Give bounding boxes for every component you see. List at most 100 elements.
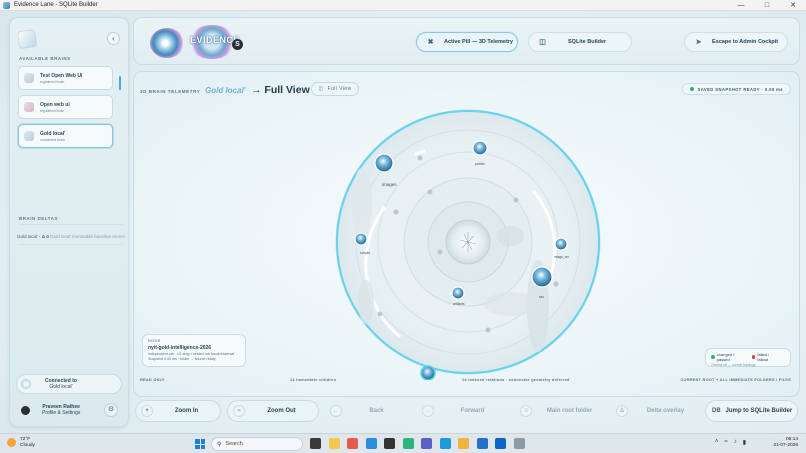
chrome-icon[interactable]	[347, 438, 358, 449]
weather-widget[interactable]: 72°F Cloudy	[7, 437, 35, 448]
gear-icon[interactable]: ⚙	[104, 403, 118, 417]
battery-icon[interactable]: ▮	[743, 439, 746, 446]
zoom-out-label: Zoom Out	[267, 408, 296, 414]
back-button[interactable]: ← Back	[325, 400, 411, 422]
mail-icon[interactable]	[476, 438, 488, 449]
brain-name: Test Open Web Ui	[40, 72, 83, 79]
maximize-icon[interactable]: □	[754, 0, 780, 11]
close-icon[interactable]: ✕	[780, 0, 806, 11]
folder-node-public[interactable]: public	[472, 140, 488, 166]
collapse-sidebar-button[interactable]: ‹	[107, 32, 120, 45]
send-icon: ➤	[695, 39, 702, 46]
chevron-up-icon[interactable]: ˄	[715, 439, 719, 446]
wifi-icon[interactable]: ≈	[724, 439, 727, 446]
whatsapp-icon[interactable]	[402, 438, 414, 449]
relations-count: 14 indexed relations · connector geometr…	[462, 378, 570, 382]
full-view-button[interactable]: ◫ Full View	[311, 82, 359, 96]
legend-item-failed: failed / fallout	[751, 352, 779, 362]
vscode-icon[interactable]	[365, 438, 377, 449]
delta-brain-name: Gold local'	[17, 234, 38, 239]
delta-overlay-label: Delta overlay	[646, 408, 685, 414]
satellite-dot	[377, 311, 383, 317]
speaker-icon[interactable]: ♪	[734, 439, 737, 446]
legend-changed-label: changed / passed	[716, 352, 735, 362]
failed-dot-icon	[751, 355, 756, 359]
node-label: scripts	[360, 251, 370, 255]
node-info-card: NODE nyit-gold-intelligence-2026 indepen…	[142, 334, 246, 367]
telemetry-tab-label: Active Pill — 3D Telemetry	[444, 39, 513, 45]
brain-item-test-open-web-ui[interactable]: Test Open Web Ui registered brain	[18, 66, 113, 90]
jump-label: Jump to SQLite Builder	[725, 408, 793, 414]
zoom-in-button[interactable]: + Zoom In	[135, 400, 221, 422]
brand-mark: S	[232, 39, 243, 50]
folder-node-artifacts[interactable]: artifacts	[451, 286, 465, 306]
delta-entry[interactable]: Gold local' · Δ 0 Gold local' immutable …	[17, 234, 125, 239]
brain-name: Open web ui	[40, 101, 70, 108]
minus-icon: −	[233, 405, 245, 417]
system-tray: ˄ ≈ ♪ ▮	[715, 439, 746, 446]
expand-icon: ◫	[318, 86, 324, 92]
clock-date: 21-07-2026	[773, 443, 798, 448]
node-kind: NODE	[148, 339, 161, 343]
node-label: images	[382, 182, 397, 187]
linkedin-icon[interactable]	[495, 438, 506, 449]
back-label: Back	[369, 408, 384, 414]
terminal-icon[interactable]	[384, 438, 395, 449]
satellite-lobe-left	[352, 168, 372, 240]
brain-item-open-web-ui[interactable]: Open web ui registered brain	[18, 95, 113, 119]
app-icon[interactable]	[513, 438, 525, 449]
node-name: nyit-gold-intelligence-2026	[148, 345, 212, 351]
sqlite-builder-button[interactable]: ◫ SQLite Builder	[528, 32, 632, 52]
folder-icon[interactable]	[328, 438, 340, 449]
brain-item-gold-local[interactable]: Gold local' connected brain	[18, 124, 113, 148]
children-count: 14 immediate children	[290, 378, 337, 382]
root-folder-icon: ≡	[520, 405, 532, 417]
edge-icon[interactable]	[439, 438, 451, 449]
brain-icon	[24, 73, 34, 83]
minimize-icon[interactable]: —	[728, 0, 754, 11]
brain-status: connected brain	[40, 137, 65, 142]
divider	[19, 224, 123, 225]
connection-status[interactable]: Connected to Gold local'	[16, 374, 122, 394]
delta-detail: Gold local' immutable baseline recent	[50, 234, 125, 239]
full-view-label: Full View	[327, 86, 352, 92]
status-dot-icon	[689, 87, 694, 91]
jump-to-sqlite-button[interactable]: DB Jump to SQLite Builder	[705, 400, 798, 422]
avatar	[21, 405, 30, 415]
zoom-out-button[interactable]: − Zoom Out	[227, 400, 319, 422]
satellite-dot	[437, 249, 443, 255]
scope-status: CURRENT ROOT + ALL IMMEDIATE FOLDERS / F…	[680, 378, 791, 382]
telemetry-section-label: 3D BRAIN TELEMETRY	[140, 89, 201, 94]
brain-status: registered brain	[40, 79, 65, 84]
snapshot-status-text: SAVED SNAPSHOT READY · 0.00 ms	[697, 86, 783, 92]
escape-admin-button[interactable]: ➤ Escape to Admin Cockpit	[684, 32, 788, 52]
brain-orb-visualization[interactable]: images public scripts image_src src arti…	[324, 96, 614, 380]
telemetry-tab-button[interactable]: ✖ Active Pill — 3D Telemetry	[416, 32, 518, 52]
escape-admin-label: Escape to Admin Cockpit	[712, 39, 779, 45]
delta-overlay-button[interactable]: Δ Delta overlay	[611, 400, 703, 422]
connection-orb-icon	[21, 379, 31, 389]
store-icon[interactable]	[458, 438, 469, 449]
teams-icon[interactable]	[421, 438, 432, 449]
taskbar-clock[interactable]: 06:14 21-07-2026	[773, 437, 798, 449]
arrow-right-icon: →	[422, 405, 434, 417]
changed-dot-icon	[711, 355, 715, 359]
divider	[19, 244, 123, 245]
root-node-orb[interactable]	[420, 365, 436, 380]
file-explorer-icon[interactable]	[310, 438, 321, 449]
header: EVIDENCE S ✖ Active Pill — 3D Telemetry …	[133, 17, 800, 65]
crosshair-icon: ✖	[427, 39, 434, 46]
search-icon: ⚲	[217, 441, 222, 448]
app-icon	[3, 1, 10, 9]
satellite-lobe-lower	[358, 280, 374, 324]
node-label: public	[475, 162, 485, 166]
forward-button[interactable]: → Forward	[417, 400, 511, 422]
profile-settings[interactable]: Praveen Rathee Profile & Settings ⚙	[16, 400, 122, 420]
brain-name: Gold local'	[40, 130, 66, 137]
snapshot-status-badge: SAVED SNAPSHOT READY · 0.00 ms	[681, 83, 791, 95]
database-icon: ◫	[539, 39, 546, 46]
taskbar-search[interactable]: ⚲ Search	[211, 437, 303, 451]
windows-start-icon[interactable]	[195, 439, 205, 449]
main-root-folder-button[interactable]: ≡ Main root folder	[515, 400, 607, 422]
brains-scrollbar[interactable]	[119, 76, 121, 90]
